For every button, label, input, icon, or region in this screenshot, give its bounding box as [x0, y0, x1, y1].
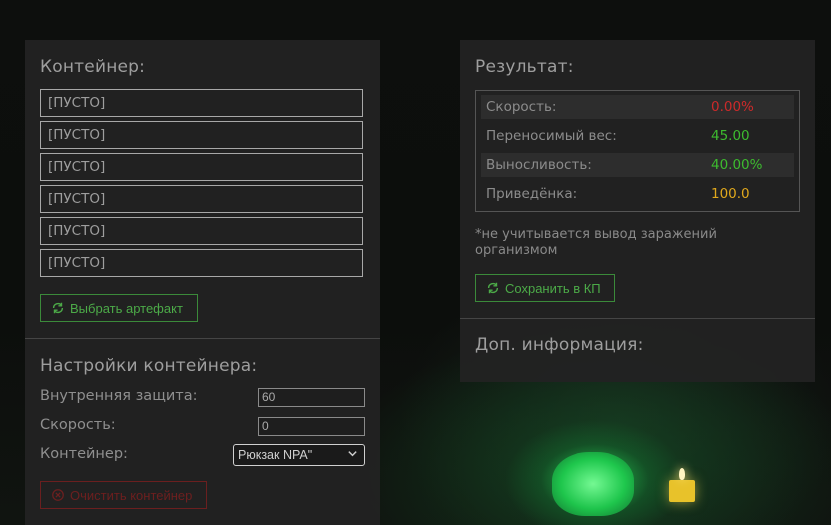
section-divider	[460, 318, 815, 319]
container-panel: Контейнер: [ПУСТО] [ПУСТО] [ПУСТО] [ПУСТ…	[25, 40, 380, 525]
container-title: Контейнер:	[40, 57, 146, 77]
result-value: 100.0	[711, 186, 750, 202]
result-label: Выносливость:	[486, 157, 592, 173]
cancel-circle-icon	[51, 488, 65, 502]
result-title: Результат:	[475, 57, 574, 77]
settings-title: Настройки контейнера:	[40, 356, 258, 376]
glowing-artifact-image	[552, 452, 634, 516]
refresh-icon	[51, 301, 65, 315]
speed-input[interactable]: 0	[258, 417, 365, 436]
container-type-select[interactable]: Рюкзак NPA"	[233, 444, 365, 466]
result-panel: Результат: Скорость: 0.00% Переносимый в…	[460, 40, 815, 382]
save-to-kp-label: Сохранить в КП	[505, 280, 601, 296]
container-type-value: Рюкзак NPA"	[238, 448, 313, 462]
select-artifact-label: Выбрать артефакт	[70, 300, 183, 316]
result-label: Переносимый вес:	[486, 128, 617, 144]
clear-container-button[interactable]: Очистить контейнер	[40, 481, 207, 509]
result-row-stamina: Выносливость: 40.00%	[481, 153, 794, 177]
section-divider	[25, 338, 380, 339]
candle-image	[669, 480, 695, 502]
inner-protection-label: Внутренняя защита:	[40, 388, 198, 404]
save-to-kp-button[interactable]: Сохранить в КП	[475, 274, 615, 302]
container-type-label: Контейнер:	[40, 446, 128, 462]
artifact-slot-4[interactable]: [ПУСТО]	[40, 185, 363, 213]
result-label: Скорость:	[486, 99, 557, 115]
artifact-slot-1[interactable]: [ПУСТО]	[40, 89, 363, 117]
extra-info-title: Доп. информация:	[475, 335, 644, 355]
results-table: Скорость: 0.00% Переносимый вес: 45.00 В…	[475, 90, 800, 212]
result-value: 40.00%	[711, 157, 763, 173]
artifact-slot-2[interactable]: [ПУСТО]	[40, 121, 363, 149]
chevron-down-icon	[347, 448, 358, 462]
speed-label: Скорость:	[40, 417, 116, 433]
result-label: Приведёнка:	[486, 186, 578, 202]
footnote: *не учитывается вывод заражений организм…	[475, 227, 717, 258]
clear-container-label: Очистить контейнер	[70, 487, 193, 503]
result-value: 0.00%	[711, 99, 754, 115]
artifact-slot-5[interactable]: [ПУСТО]	[40, 217, 363, 245]
result-value: 45.00	[711, 128, 750, 144]
select-artifact-button[interactable]: Выбрать артефакт	[40, 294, 198, 322]
candle-flame	[679, 468, 685, 480]
refresh-icon	[486, 281, 500, 295]
result-row-speed: Скорость: 0.00%	[481, 95, 794, 119]
artifact-slot-6[interactable]: [ПУСТО]	[40, 249, 363, 277]
inner-protection-input[interactable]: 60	[258, 388, 365, 407]
artifact-slot-3[interactable]: [ПУСТО]	[40, 153, 363, 181]
result-row-reduced: Приведёнка: 100.0	[481, 182, 794, 206]
result-row-carry-weight: Переносимый вес: 45.00	[481, 124, 794, 148]
